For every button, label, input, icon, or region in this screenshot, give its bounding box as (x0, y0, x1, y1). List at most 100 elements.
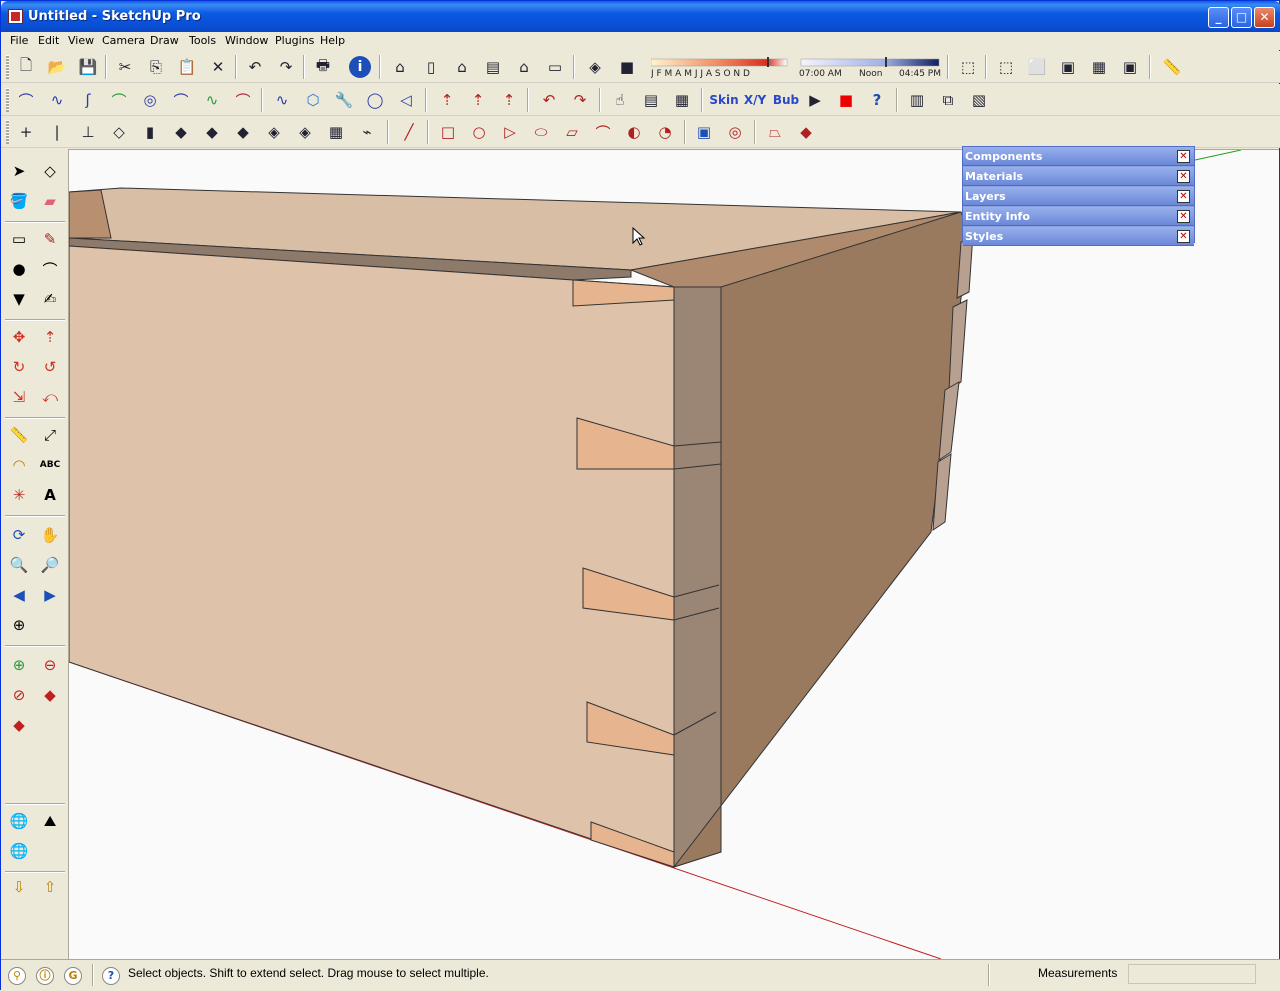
zoom-extents-icon[interactable]: ⊕ (7, 613, 31, 637)
menu-window[interactable]: Window (225, 34, 268, 47)
circle-icon[interactable]: ● (7, 257, 31, 281)
roof-icon[interactable]: ◇ (107, 120, 131, 144)
sketchup-app-icon[interactable] (8, 9, 23, 24)
copy-icon[interactable]: ⎘ (144, 55, 168, 79)
section-display-icon[interactable]: ◆ (38, 683, 62, 707)
stairs-icon[interactable]: ▦ (324, 120, 348, 144)
toolbar-grip[interactable] (6, 88, 9, 112)
rectangle-draw-icon[interactable]: □ (436, 120, 460, 144)
layers-tray-close-icon[interactable]: ✕ (1177, 190, 1190, 203)
previous-view-icon[interactable]: ◀ (7, 583, 31, 607)
spline-icon[interactable]: ∿ (45, 88, 69, 112)
polygon-shape-icon[interactable]: ⏢ (763, 120, 787, 144)
hand-select-icon[interactable]: ☝ (608, 88, 632, 112)
make-component-icon[interactable]: ◇ (38, 159, 62, 183)
skin-button[interactable]: Skin (709, 88, 738, 112)
model-info-icon[interactable]: i (348, 55, 372, 79)
section-fill-icon[interactable]: ◆ (7, 713, 31, 737)
door-icon[interactable]: ▮ (138, 120, 162, 144)
joint-push-pull-icon[interactable]: ⇡ (435, 88, 459, 112)
dovetail-box-model[interactable] (69, 150, 1279, 959)
get-current-view-icon[interactable]: 🌐 (7, 809, 31, 833)
styles-tray-close-icon[interactable]: ✕ (1177, 230, 1190, 243)
rectangle-icon[interactable]: ▭ (7, 227, 31, 251)
stack-tool-icon[interactable]: ▦ (670, 88, 694, 112)
xyz-button[interactable]: X/Y (741, 88, 769, 112)
section-plane-add-icon[interactable]: ⊕ (7, 653, 31, 677)
layers-tool-icon[interactable]: ▤ (639, 88, 663, 112)
maximize-button[interactable]: □ (1231, 7, 1252, 28)
measurements-input[interactable] (1128, 964, 1256, 984)
arc-draw-icon[interactable]: ⌒ (591, 120, 615, 144)
shell-icon[interactable]: ◈ (293, 120, 317, 144)
xray-icon[interactable]: ⬚ (956, 55, 980, 79)
save-icon[interactable]: 💾 (76, 55, 100, 79)
zoom-window-icon[interactable]: 🔎 (38, 553, 62, 577)
polyline-icon[interactable]: ʃ (76, 88, 100, 112)
cut-icon[interactable]: ✂ (113, 55, 137, 79)
box-icon[interactable]: ◈ (262, 120, 286, 144)
top-view-icon[interactable]: ▯ (419, 55, 443, 79)
cut-face-icon[interactable]: ◆ (231, 120, 255, 144)
google-signin-icon[interactable]: G (64, 967, 82, 985)
menu-camera[interactable]: Camera (102, 34, 145, 47)
toolbar-grip[interactable] (6, 120, 9, 144)
zigzag-icon[interactable]: ∿ (200, 88, 224, 112)
sector-icon[interactable]: ◁ (394, 88, 418, 112)
push-face-icon[interactable]: ◆ (169, 120, 193, 144)
undo-push-pull-icon[interactable]: ↶ (537, 88, 561, 112)
shaded-textures-icon[interactable]: ▦ (1087, 55, 1111, 79)
arc-icon[interactable]: ⌒ (38, 257, 62, 281)
freehand-curve-icon[interactable]: ⌒ (231, 88, 255, 112)
back-view-icon[interactable]: ⌂ (512, 55, 536, 79)
box-tool-icon[interactable]: ▧ (967, 88, 991, 112)
materials-tray-close-icon[interactable]: ✕ (1177, 170, 1190, 183)
eraser-icon[interactable]: ▰ (38, 189, 62, 213)
iso-view-icon[interactable]: ⌂ (388, 55, 412, 79)
new-file-icon[interactable]: 🗋 (14, 55, 38, 79)
left-view-icon[interactable]: ▭ (543, 55, 567, 79)
pull-face-icon[interactable]: ◆ (200, 120, 224, 144)
offset-square-icon[interactable]: ▣ (692, 120, 716, 144)
title-bar[interactable]: Untitled - SketchUp Pro _ □ ✕ (1, 1, 1280, 32)
push-pull-icon[interactable]: ⇡ (38, 325, 62, 349)
parallelogram-draw-icon[interactable]: ▱ (560, 120, 584, 144)
triangle-draw-icon[interactable]: ▷ (498, 120, 522, 144)
tape-measure-tool-icon[interactable]: 📏 (7, 423, 31, 447)
normal-push-pull-icon[interactable]: ⇡ (497, 88, 521, 112)
open-file-icon[interactable]: 📂 (45, 55, 69, 79)
stop-icon[interactable]: ■ (834, 88, 858, 112)
monochrome-icon[interactable]: ▣ (1118, 55, 1142, 79)
dimension-icon[interactable]: ⤢ (38, 423, 62, 447)
get-models-icon[interactable]: ⇩ (7, 875, 31, 899)
menu-tools[interactable]: Tools (189, 34, 216, 47)
polygon-edit-icon[interactable]: ⬡ (301, 88, 325, 112)
front-view-icon[interactable]: ⌂ (450, 55, 474, 79)
tape-measure-icon[interactable]: 📏 (1160, 55, 1184, 79)
axes-icon[interactable]: ✳ (7, 483, 31, 507)
model-viewport[interactable] (69, 149, 1279, 959)
rotate-icon[interactable]: ↻ (7, 355, 31, 379)
redo-push-pull-icon[interactable]: ↷ (568, 88, 592, 112)
materials-tray[interactable]: Materials ✕ (963, 167, 1194, 186)
select-arrow-icon[interactable]: ➤ (7, 159, 31, 183)
bub-button[interactable]: Bub (772, 88, 800, 112)
pan-hand-icon[interactable]: ✋ (38, 523, 62, 547)
shadow-settings-icon[interactable]: ◈ (583, 55, 607, 79)
add-point-icon[interactable]: + (14, 120, 38, 144)
zoom-icon[interactable]: 🔍 (7, 553, 31, 577)
arc-tool-icon[interactable]: ⌒ (169, 88, 193, 112)
paste-icon[interactable]: 📋 (175, 55, 199, 79)
offset-icon[interactable]: ⤺ (38, 385, 62, 409)
3d-text-icon[interactable]: A (38, 483, 62, 507)
undo-icon[interactable]: ↶ (243, 55, 267, 79)
paint-bucket-icon[interactable]: 🪣 (7, 189, 31, 213)
erase-icon[interactable]: ✕ (206, 55, 230, 79)
menu-help[interactable]: Help (320, 34, 345, 47)
plugin-tool-icon[interactable]: ▥ (905, 88, 929, 112)
pencil-line-icon[interactable]: ✎ (38, 227, 62, 251)
menu-edit[interactable]: Edit (38, 34, 59, 47)
ellipse-draw-icon[interactable]: ⬭ (529, 120, 553, 144)
minimize-button[interactable]: _ (1208, 7, 1229, 28)
protractor-icon[interactable]: ◠ (7, 453, 31, 477)
